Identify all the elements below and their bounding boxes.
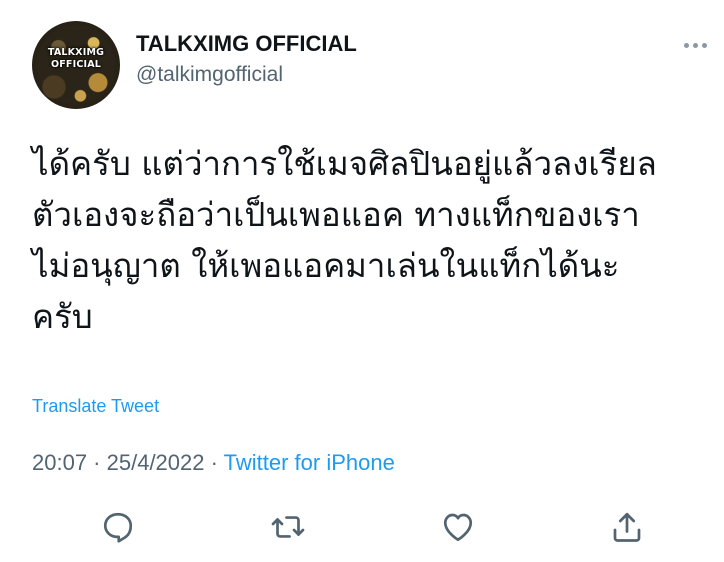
tweet-text-line: ครับ bbox=[32, 297, 93, 336]
tweet-text-line: ตัวเองจะถือว่าเป็นเพอแอค ทางแท็กของเรา bbox=[32, 195, 640, 234]
tweet-text: ได้ครับ แต่ว่าการใช้เมจศิลปินอยู่แล้วลงเ… bbox=[32, 138, 712, 342]
tweet-date[interactable]: 25/4/2022 bbox=[107, 450, 205, 475]
retweet-icon bbox=[271, 516, 305, 538]
reply-button[interactable] bbox=[100, 509, 136, 545]
display-name[interactable]: TALKXIMG OFFICIAL bbox=[136, 31, 357, 57]
tweet-time[interactable]: 20:07 bbox=[32, 450, 87, 475]
more-options-icon[interactable] bbox=[684, 40, 714, 50]
avatar-logo-text: TALKXIMG OFFICIAL bbox=[47, 47, 105, 70]
like-icon bbox=[443, 513, 473, 542]
translate-tweet-link[interactable]: Translate Tweet bbox=[32, 396, 159, 417]
reply-icon bbox=[103, 512, 133, 543]
retweet-button[interactable] bbox=[270, 509, 306, 545]
like-button[interactable] bbox=[440, 509, 476, 545]
user-handle[interactable]: @talkimgofficial bbox=[136, 63, 283, 87]
share-button[interactable] bbox=[609, 509, 645, 545]
tweet-text-line: ได้ครับ แต่ว่าการใช้เมจศิลปินอยู่แล้วลงเ… bbox=[32, 144, 657, 183]
tweet-text-line: ไม่อนุญาต ให้เพอแอคมาเล่นในแท็กได้นะ bbox=[32, 246, 620, 285]
tweet-metadata: 20:07 · 25/4/2022 · Twitter for iPhone bbox=[32, 450, 395, 476]
meta-separator: · bbox=[87, 450, 107, 475]
meta-separator: · bbox=[204, 450, 224, 475]
share-icon bbox=[613, 512, 641, 542]
avatar[interactable]: TALKXIMG OFFICIAL bbox=[32, 21, 120, 109]
tweet-source-link[interactable]: Twitter for iPhone bbox=[224, 450, 395, 475]
